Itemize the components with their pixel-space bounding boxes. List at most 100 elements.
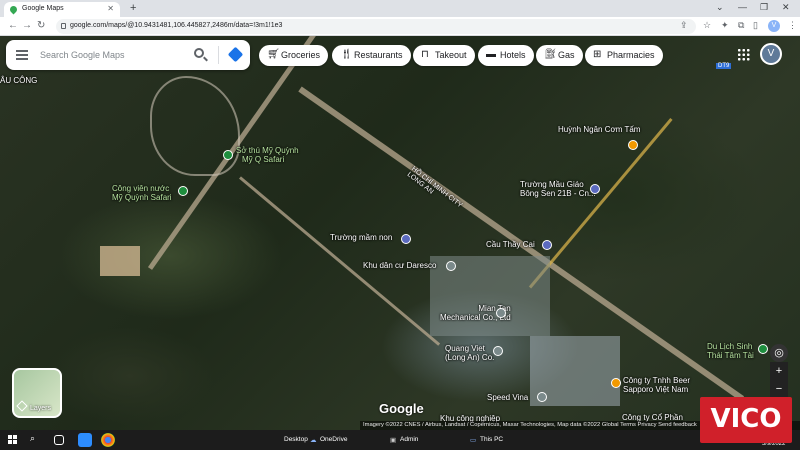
chip-label: Hotels (500, 50, 526, 60)
layers-button[interactable]: Layers (12, 368, 62, 418)
chip-label: Groceries (281, 50, 321, 60)
company1-pin-icon[interactable] (496, 308, 506, 318)
eco-pin-icon[interactable] (758, 344, 768, 354)
fork-knife-icon: 🍴︎ (340, 49, 353, 60)
location-icon[interactable]: ◎ (770, 344, 788, 362)
company2-label-line1: Quang Viet (445, 344, 485, 353)
menu-dots-icon[interactable]: ⋮ (788, 20, 797, 31)
lock-icon (61, 23, 66, 29)
share-icon[interactable]: ⇪ (680, 20, 688, 31)
safari-label[interactable]: Sở thú Mỹ Quỳnh Mỹ Q Safari (236, 146, 299, 164)
chip-label: Takeout (435, 50, 467, 60)
kindergarten-label[interactable]: Trường mầm non (330, 233, 392, 242)
new-tab-button[interactable]: + (130, 2, 136, 14)
sidebar-icon[interactable]: ▯ (753, 20, 758, 31)
restaurant-label[interactable]: Huỳnh Ngân Cơm Tấm (558, 125, 640, 134)
chrome-app-icon[interactable] (101, 433, 115, 447)
area-label: ÂU CÔNG (0, 76, 38, 85)
school-label-line2: Bông Sen 21B - Cn... (520, 189, 596, 198)
residential-label[interactable]: Khu dân cư Daresco (363, 261, 436, 270)
close-tab-icon[interactable]: ✕ (107, 4, 114, 13)
browser-profile-avatar[interactable]: V (768, 20, 780, 32)
sand-lot (100, 246, 140, 276)
chip-takeout[interactable]: ⊓ Takeout (413, 45, 475, 66)
chip-pharmacies[interactable]: ⊞ Pharmacies (585, 45, 663, 66)
address-bar[interactable]: google.com/maps/@10.9431481,106.445827,2… (56, 19, 696, 34)
company2-pin-icon[interactable] (493, 346, 503, 356)
minimize-icon[interactable]: — (738, 2, 747, 12)
layers-label: Layers (30, 405, 52, 412)
school-label[interactable]: Trường Mầu Giáo Bông Sen 21B - Cn... (520, 180, 596, 198)
restore-icon[interactable]: ❐ (760, 2, 768, 13)
admin-label[interactable]: Admin (400, 436, 418, 443)
reload-icon[interactable]: ↻ (37, 20, 45, 31)
park-pin-icon[interactable] (223, 150, 233, 160)
close-window-icon[interactable]: ✕ (782, 2, 790, 13)
sapporo-label[interactable]: Công ty Tnhh Beer Sapporo Việt Nam (623, 376, 690, 394)
tab-title: Google Maps (22, 5, 64, 12)
safari-label-line1: Sở thú Mỹ Quỳnh (236, 146, 299, 155)
extension-puzzle-icon[interactable]: ⧉ (738, 20, 744, 31)
back-icon[interactable]: ← (8, 20, 18, 31)
speed-pin-icon[interactable] (537, 392, 547, 402)
thispc-label[interactable]: This PC (480, 436, 503, 443)
onedrive-icon: ☁ (310, 437, 317, 444)
safari-label-line2: Mỹ Q Safari (242, 155, 285, 164)
road-shield: DT9 (716, 63, 732, 69)
menu-icon[interactable] (16, 50, 28, 60)
safari-park-area (150, 76, 240, 176)
onedrive-label[interactable]: OneDrive (320, 436, 347, 443)
zoom-out-button[interactable]: − (770, 380, 788, 398)
zoom-in-button[interactable]: + (770, 362, 788, 380)
divider (218, 46, 219, 64)
residential-pin-icon[interactable] (446, 261, 456, 271)
search-input[interactable] (40, 46, 190, 64)
vico-watermark-logo: VICO (700, 397, 792, 443)
company2-label[interactable]: Quang Viet (Long An) Co. (445, 344, 494, 362)
pharmacy-icon: ⊞ (593, 49, 602, 60)
search-box (6, 40, 250, 70)
fuel-icon: ⛽︎ (544, 49, 557, 60)
waterpark-pin-icon[interactable] (178, 186, 188, 196)
star-icon[interactable]: ☆ (703, 20, 711, 31)
chevron-down-icon[interactable]: ⌄ (716, 2, 724, 13)
satellite-map[interactable]: ÂU CÔNG Sở thú Mỹ Quỳnh Mỹ Q Safari Công… (0, 36, 800, 430)
school-pin-icon[interactable] (590, 184, 600, 194)
chip-restaurants[interactable]: 🍴︎ Restaurants (332, 45, 411, 66)
company2-label-line2: (Long An) Co. (445, 353, 495, 362)
account-avatar[interactable]: V (760, 43, 782, 65)
eco-label-line1: Du Lịch Sinh (707, 342, 753, 351)
apps-grid-icon[interactable] (737, 48, 750, 61)
sapporo-pin-icon[interactable] (611, 378, 621, 388)
waterpark-label-line2: Mỹ Quỳnh Safari (112, 193, 172, 202)
chip-groceries[interactable]: 🛒︎ Groceries (259, 45, 329, 66)
tab-google-maps[interactable]: Google Maps ✕ (4, 2, 120, 17)
extensions-icon[interactable]: ✦ (721, 20, 729, 31)
directions-icon[interactable] (227, 46, 244, 63)
search-taskbar-icon[interactable]: ⌕ (30, 433, 44, 447)
eco-tourism-label[interactable]: Du Lịch Sinh Thái Tâm Tài (707, 342, 754, 360)
search-icon[interactable] (194, 48, 204, 58)
school-label-line1: Trường Mầu Giáo (520, 180, 584, 189)
bridge-pin-icon[interactable] (542, 240, 552, 250)
speed-label[interactable]: Speed Vina (487, 393, 528, 402)
google-logo: Google (379, 401, 424, 416)
chip-hotels[interactable]: ▬ Hotels (478, 45, 534, 66)
windows-taskbar: ⌕ Desktop ☁ OneDrive ▣ Admin ▭ This PC 5… (0, 430, 800, 450)
zoom-app-icon[interactable] (78, 433, 92, 447)
task-view-icon[interactable] (54, 435, 64, 445)
bridge-label[interactable]: Cầu Thầy Cai (486, 240, 535, 249)
browser-tab-strip: Google Maps ✕ + ⌄ — ❐ ✕ (0, 0, 800, 17)
waterpark-label[interactable]: Công viên nước Mỹ Quỳnh Safari (112, 184, 172, 202)
highway-label: HỒ CHÍ MINH CITY LONG AN (406, 165, 464, 214)
eco-label-line2: Thái Tâm Tài (707, 351, 754, 360)
chip-label: Pharmacies (607, 50, 655, 60)
provincial-road (528, 118, 673, 289)
kindergarten-pin-icon[interactable] (401, 234, 411, 244)
forward-icon[interactable]: → (22, 20, 32, 31)
restaurant-pin-icon[interactable] (628, 140, 638, 150)
computer-icon: ▭ (470, 437, 477, 444)
chip-gas[interactable]: ⛽︎ Gas (536, 45, 583, 66)
windows-start-icon[interactable] (8, 435, 18, 445)
desktop-label[interactable]: Desktop (284, 436, 308, 443)
